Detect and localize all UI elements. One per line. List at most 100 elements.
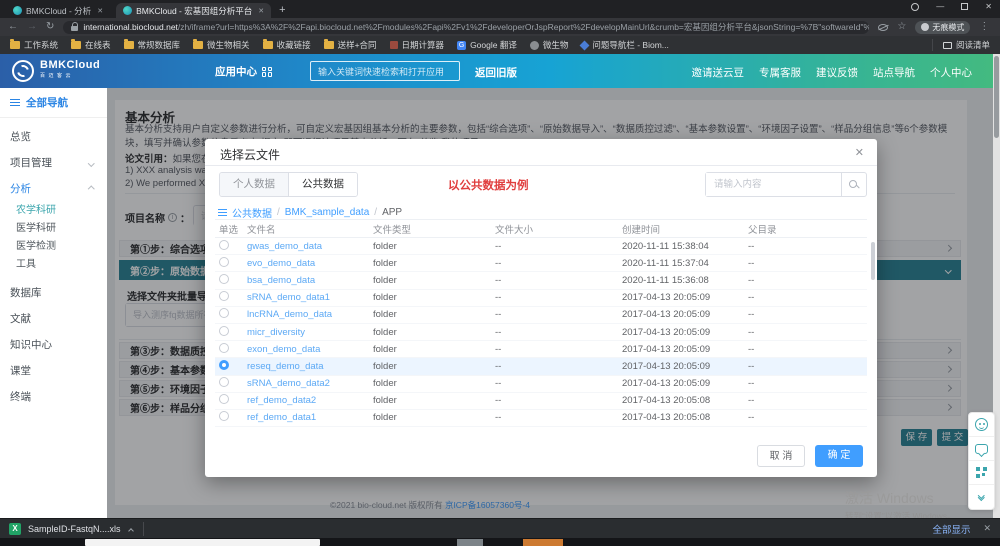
bookmark-item[interactable]: 问题导航栏 - Biom... [581,39,669,51]
table-row[interactable]: micr_diversityfolder--2017-04-13 20:05:0… [215,324,867,341]
sidebar-item-project[interactable]: 项目管理 [10,150,107,176]
incognito-badge[interactable]: 无痕模式 [915,21,970,34]
tab-public-data[interactable]: 公共数据 [289,173,357,196]
sidebar-item-overview[interactable]: 总览 [10,124,107,150]
back-to-old-link[interactable]: 返回旧版 [475,65,517,80]
tab-personal-data[interactable]: 个人数据 [220,173,289,196]
file-name-link[interactable]: reseq_demo_data [247,361,373,372]
sidebar-item-classroom[interactable]: 课堂 [10,358,107,384]
scrollbar-thumb[interactable] [871,242,875,280]
table-row[interactable]: exon_demo_datafolder--2017-04-13 20:05:0… [215,341,867,358]
file-name-link[interactable]: bsa_demo_data [247,275,373,286]
row-radio[interactable] [219,360,229,370]
nav-service-link[interactable]: 专属客服 [759,65,801,80]
close-icon[interactable]: ✕ [855,146,864,159]
row-radio[interactable] [219,291,229,301]
maximize-button[interactable] [961,3,968,10]
file-name-link[interactable]: sRNA_demo_data2 [247,378,373,389]
file-search-input[interactable] [706,173,841,196]
bookmark-item[interactable]: 微生物 [530,39,569,51]
nav-personal-center-link[interactable]: 个人中心 [930,65,972,80]
bookmark-item[interactable]: GGoogle 翻译 [457,39,517,51]
table-row[interactable]: evo_demo_datafolder--2020-11-11 15:37:04… [215,255,867,272]
profile-icon[interactable] [911,3,919,11]
show-all-downloads-link[interactable]: 全部显示 [932,522,970,536]
breadcrumb-folder[interactable]: BMK_sample_data [285,207,370,218]
file-name-link[interactable]: ref_demo_data1 [247,412,373,423]
bookmark-star-icon[interactable]: ☆ [897,22,906,32]
sidebar-item-literature[interactable]: 文献 [10,306,107,332]
collapse-button[interactable] [969,485,994,509]
bookmark-item[interactable]: 工作系统 [10,39,58,51]
row-radio[interactable] [219,377,229,387]
row-radio[interactable] [219,274,229,284]
bookmark-item[interactable]: 微生物相关 [193,39,250,51]
header-search-box[interactable] [310,61,460,81]
row-radio[interactable] [219,326,229,336]
nav-feedback-link[interactable]: 建议反馈 [816,65,858,80]
file-name-link[interactable]: micr_diversity [247,327,373,338]
table-row[interactable]: lncRNA_demo_datafolder--2017-04-13 20:05… [215,307,867,324]
table-row[interactable]: sRNA_demo_data1folder--2017-04-13 20:05:… [215,290,867,307]
browser-tab[interactable]: BMKCloud - 分析 ✕ [6,3,110,18]
refresh-icon[interactable]: ↻ [46,22,54,32]
table-row[interactable]: bsa_demo_datafolder--2020-11-11 15:36:08… [215,272,867,289]
nav-sitemap-link[interactable]: 站点导航 [873,65,915,80]
taskbar-app-icon[interactable] [523,539,563,546]
table-scrollbar[interactable] [871,239,875,425]
sidebar-item-tools[interactable]: 工具 [10,256,107,274]
row-radio[interactable] [219,411,229,421]
forward-icon[interactable]: → [27,22,37,32]
row-radio[interactable] [219,240,229,250]
breadcrumb-root[interactable]: 公共数据 [232,205,272,220]
download-caret-icon[interactable] [129,520,133,538]
close-window-button[interactable]: ✕ [985,2,992,11]
menu-kebab-icon[interactable]: ⋮ [979,22,989,32]
minimize-button[interactable]: — [936,2,944,11]
tab-close-icon[interactable]: ✕ [97,7,103,15]
sidebar-item-terminal[interactable]: 终端 [10,384,107,410]
customer-service-button[interactable] [969,413,994,437]
file-name-link[interactable]: evo_demo_data [247,258,373,269]
sidebar-item-medical-research[interactable]: 医学科研 [10,220,107,238]
bookmark-item[interactable]: 收藏链接 [263,39,311,51]
browser-tab-active[interactable]: BMKCloud - 宏基因组分析平台 ✕ [116,3,271,18]
row-radio[interactable] [219,257,229,267]
nav-invite-link[interactable]: 邀请送云豆 [692,65,745,80]
scrollbar-thumb[interactable] [994,56,999,138]
table-row[interactable]: ref_demo_data2folder--2017-04-13 20:05:0… [215,393,867,410]
table-row[interactable]: ref_demo_data1folder--2017-04-13 20:05:0… [215,410,867,427]
search-button[interactable] [841,173,866,196]
sidebar-item-medical-test[interactable]: 医学检测 [10,238,107,256]
sidebar-item-database[interactable]: 数据库 [10,280,107,306]
file-search-box[interactable] [705,172,867,197]
bmkcloud-logo[interactable] [12,60,34,82]
table-row[interactable]: sRNA_demo_data2folder--2017-04-13 20:05:… [215,376,867,393]
qrcode-button[interactable] [969,461,994,485]
cancel-button[interactable]: 取 消 [757,445,805,467]
reading-list-button[interactable]: 阅读清单 [932,39,990,51]
table-row[interactable]: reseq_demo_datafolder--2017-04-13 20:05:… [215,358,867,375]
sidebar-all-nav[interactable]: 全部导航 [0,88,107,118]
file-name-link[interactable]: gwas_demo_data [247,241,373,252]
new-tab-button[interactable]: + [279,4,285,16]
bookmark-item[interactable]: 日期计算器 [390,39,445,51]
file-name-link[interactable]: exon_demo_data [247,344,373,355]
table-row[interactable]: gwas_demo_datafolder--2020-11-11 15:38:0… [215,238,867,255]
address-bar[interactable]: international.biocloud.net/zh/iframe?url… [63,21,869,34]
taskbar-search-box[interactable] [85,539,320,546]
close-download-bar-icon[interactable]: ✕ [983,523,991,534]
sidebar-item-knowledge[interactable]: 知识中心 [10,332,107,358]
taskbar-app-icon[interactable] [457,539,483,546]
tab-close-icon[interactable]: ✕ [258,7,264,15]
confirm-button[interactable]: 确 定 [815,445,863,467]
row-radio[interactable] [219,308,229,318]
app-center-button[interactable]: 应用中心 [215,64,272,79]
row-radio[interactable] [219,394,229,404]
file-name-link[interactable]: lncRNA_demo_data [247,309,373,320]
file-name-link[interactable]: ref_demo_data2 [247,395,373,406]
header-search-input[interactable] [311,63,459,81]
bookmark-item[interactable]: 常规数据库 [124,39,181,51]
file-name-link[interactable]: sRNA_demo_data1 [247,292,373,303]
sidebar-item-analysis[interactable]: 分析 [10,176,107,202]
